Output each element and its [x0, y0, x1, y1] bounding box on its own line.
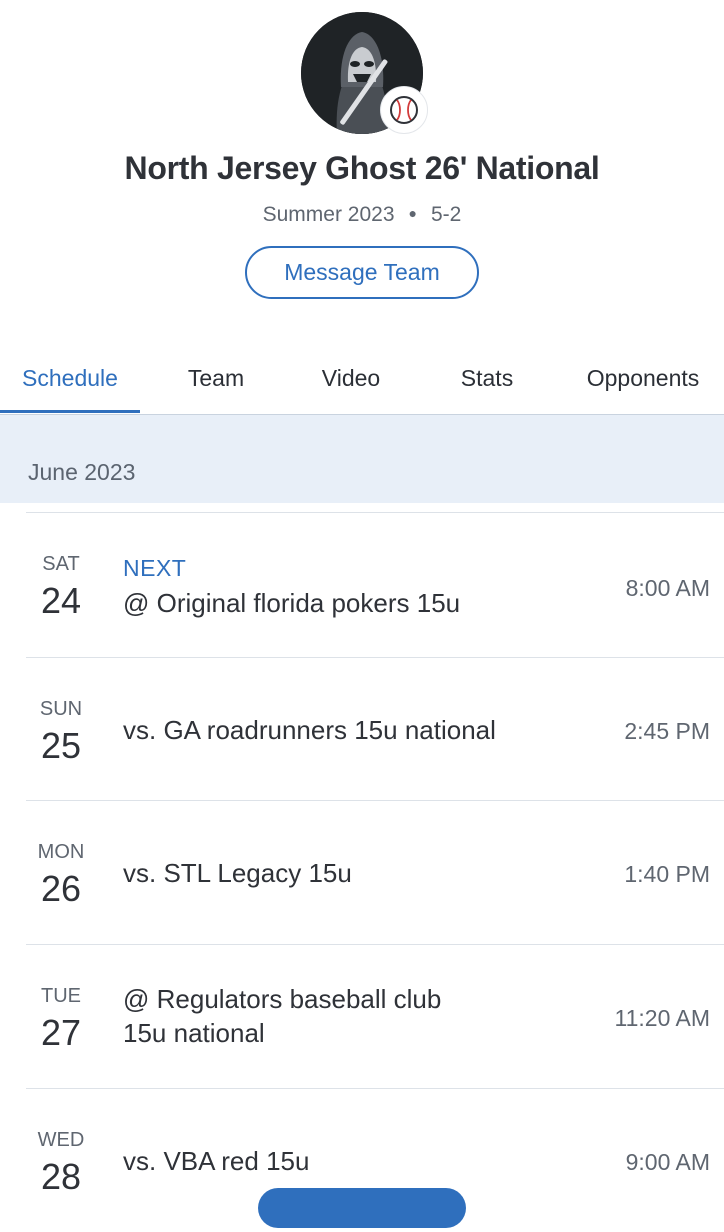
- season-label: Summer 2023: [262, 203, 395, 226]
- game-time: 8:00 AM: [625, 575, 710, 601]
- active-tab-indicator: [0, 410, 140, 413]
- game-time: 9:00 AM: [625, 1149, 710, 1175]
- game-opponent-line2: 15u national: [123, 1018, 265, 1048]
- game-opponent: vs. VBA red 15u: [123, 1146, 310, 1176]
- game-row[interactable]: MON 26 vs. STL Legacy 15u 1:40 PM: [0, 801, 724, 944]
- game-opponent: vs. GA roadrunners 15u national: [123, 715, 496, 745]
- season-record: Summer 2023 ● 5-2: [0, 203, 724, 227]
- game-weekday: WED: [37, 1129, 85, 1151]
- game-opponent-line1: @ Regulators baseball club: [123, 984, 442, 1014]
- month-label: June 2023: [28, 459, 136, 485]
- tab-team[interactable]: Team: [150, 352, 282, 414]
- game-date: 28: [40, 1156, 82, 1197]
- game-row[interactable]: SAT 24 NEXT @ Original florida pokers 15…: [0, 513, 724, 656]
- game-opponent: vs. STL Legacy 15u: [123, 858, 352, 888]
- separator-dot: ●: [408, 205, 417, 221]
- tab-video[interactable]: Video: [286, 352, 416, 414]
- next-game-tag: NEXT: [123, 555, 187, 581]
- game-time: 11:20 AM: [614, 1005, 710, 1031]
- tab-stats[interactable]: Stats: [422, 352, 552, 414]
- tab-bar: Schedule Team Video Stats Opponents: [0, 352, 724, 415]
- game-weekday: MON: [37, 841, 85, 863]
- month-header: June 2023: [0, 415, 724, 503]
- team-header: North Jersey Ghost 26' National Summer 2…: [0, 0, 724, 322]
- game-date: 27: [40, 1012, 82, 1053]
- baseball-icon: [380, 86, 428, 134]
- team-record: 5-2: [431, 203, 462, 226]
- game-row[interactable]: TUE 27 @ Regulators baseball club 15u na…: [0, 945, 724, 1088]
- game-row[interactable]: SUN 25 vs. GA roadrunners 15u national 2…: [0, 658, 724, 801]
- game-time: 1:40 PM: [624, 861, 710, 887]
- game-weekday: TUE: [41, 985, 81, 1007]
- game-weekday: SUN: [39, 698, 83, 720]
- game-weekday: SAT: [42, 553, 80, 575]
- game-time: 2:45 PM: [624, 718, 710, 744]
- game-date: 24: [40, 580, 82, 621]
- team-name: North Jersey Ghost 26' National: [124, 150, 600, 186]
- game-date: 25: [40, 725, 82, 766]
- game-date: 26: [40, 868, 82, 909]
- message-team-button[interactable]: Message Team: [245, 246, 479, 299]
- game-opponent: @ Original florida pokers 15u: [123, 588, 461, 618]
- tab-opponents[interactable]: Opponents: [566, 352, 720, 414]
- tab-schedule[interactable]: Schedule: [0, 352, 140, 414]
- floating-action-button[interactable]: [258, 1188, 466, 1228]
